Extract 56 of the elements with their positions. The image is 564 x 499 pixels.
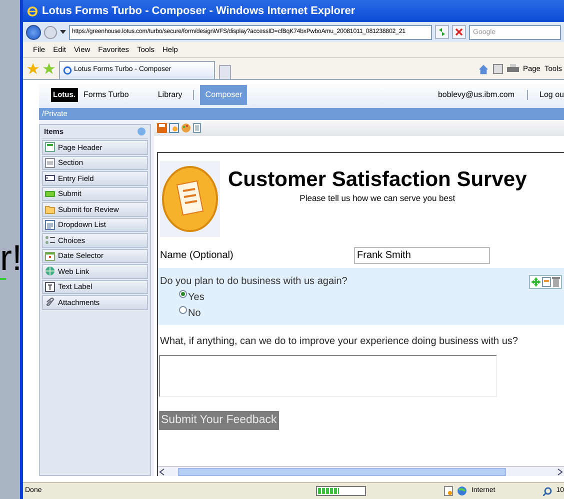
question-text: What, if anything, can we do to improve your experience doing business with us? xyxy=(159,335,519,349)
radio-button[interactable] xyxy=(179,306,187,314)
option-label: Yes xyxy=(188,290,204,304)
paperclip-icon xyxy=(45,297,55,308)
save-icon[interactable] xyxy=(157,123,167,133)
text-icon xyxy=(45,282,55,292)
browser-icon xyxy=(63,66,72,75)
star-icon[interactable] xyxy=(27,63,39,75)
slide-text: r! xyxy=(0,240,20,276)
form-title: Customer Satisfaction Survey xyxy=(228,167,527,192)
properties-icon[interactable] xyxy=(542,276,551,286)
list-icon xyxy=(45,220,55,230)
security-icon xyxy=(444,486,454,496)
stop-button[interactable] xyxy=(452,25,466,39)
back-button[interactable] xyxy=(26,24,41,40)
field-icon xyxy=(45,173,55,184)
option-label: No xyxy=(188,306,201,320)
trash-icon[interactable] xyxy=(552,276,560,286)
question-text: Do you plan to do business with us again? xyxy=(160,275,348,289)
new-tab-button[interactable] xyxy=(219,65,231,79)
preview-icon[interactable] xyxy=(169,123,179,133)
refresh-icon xyxy=(437,27,447,37)
palette-icon[interactable] xyxy=(181,123,191,133)
product-name: Forms Turbo xyxy=(84,89,129,101)
horizontal-scrollbar[interactable] xyxy=(158,466,564,476)
radio-button[interactable] xyxy=(179,290,187,298)
header-icon xyxy=(45,142,55,152)
zoom-icon[interactable] xyxy=(543,486,552,496)
progress-bar xyxy=(316,486,366,496)
document-icon[interactable] xyxy=(193,123,201,133)
section-icon xyxy=(45,158,55,168)
window-title: Lotus Forms Turbo - Composer - Windows Internet Explorer xyxy=(42,4,356,19)
globe-icon xyxy=(457,486,468,496)
name-field[interactable]: Frank Smith xyxy=(354,247,490,264)
globe-icon xyxy=(45,266,55,276)
star-plus-icon[interactable] xyxy=(43,63,55,75)
comment-field[interactable] xyxy=(159,355,497,397)
selected-question[interactable]: Do you plan to do business with us again? Yes No xyxy=(158,268,564,325)
user-email: boblevy@us.ibm.com xyxy=(438,89,515,101)
form-subtitle: Please tell us how we can serve you best xyxy=(298,192,456,205)
move-icon[interactable] xyxy=(531,276,541,286)
scroll-left-icon[interactable] xyxy=(158,468,166,476)
calendar-icon xyxy=(45,250,55,261)
field-label: Name (Optional) xyxy=(160,249,234,263)
nav-tab[interactable]: Library xyxy=(152,85,188,105)
rectangle-icon xyxy=(45,188,55,199)
printer-icon[interactable] xyxy=(506,64,519,74)
home-icon[interactable] xyxy=(478,64,489,74)
refresh-button[interactable] xyxy=(435,25,449,39)
scroll-right-icon[interactable] xyxy=(556,468,564,476)
options-icon xyxy=(45,235,55,246)
caret-icon[interactable] xyxy=(60,30,66,34)
browser-icon xyxy=(27,6,38,16)
close-icon xyxy=(455,28,463,36)
folder-icon xyxy=(45,204,55,214)
logout-link[interactable]: Log ou xyxy=(540,89,564,101)
